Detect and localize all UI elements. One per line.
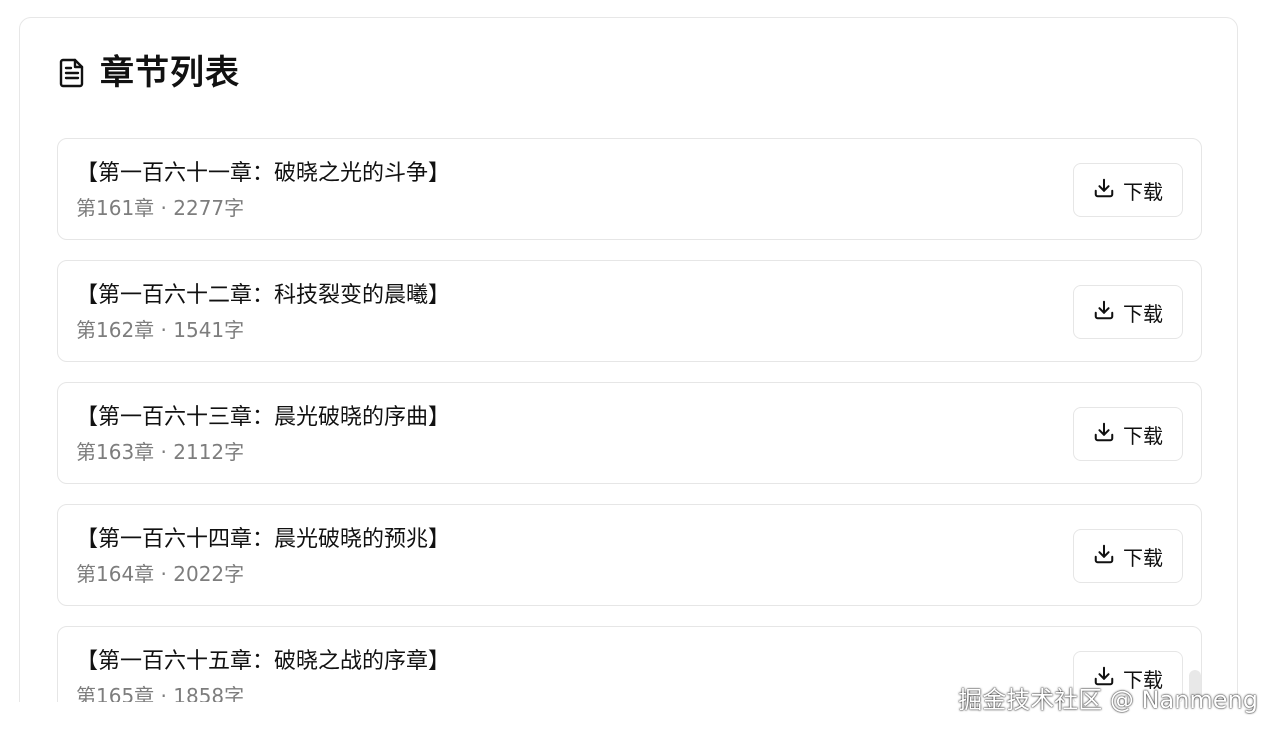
download-icon — [1093, 299, 1115, 325]
download-icon — [1093, 421, 1115, 447]
download-label: 下载 — [1123, 423, 1163, 448]
download-icon — [1093, 543, 1115, 569]
chapter-item[interactable]: 【第一百六十四章：晨光破晓的预兆】 第164章 · 2022字 下载 — [57, 504, 1202, 606]
page-title: 章节列表 — [100, 53, 240, 93]
chapter-meta: 第163章 · 2112字 — [76, 440, 245, 464]
download-label: 下载 — [1123, 179, 1163, 204]
chapter-item[interactable]: 【第一百六十三章：晨光破晓的序曲】 第163章 · 2112字 下载 — [57, 382, 1202, 484]
watermark: 掘金技术社区 @ Nanmeng — [958, 686, 1258, 714]
download-icon — [1093, 177, 1115, 203]
chapter-item[interactable]: 【第一百六十一章：破晓之光的斗争】 第161章 · 2277字 下载 — [57, 138, 1202, 240]
chapter-meta: 第164章 · 2022字 — [76, 562, 245, 586]
chapter-list: 【第一百六十一章：破晓之光的斗争】 第161章 · 2277字 下载 【第一百六… — [57, 138, 1202, 702]
panel-header: 章节列表 — [58, 50, 240, 96]
chapter-title: 【第一百六十一章：破晓之光的斗争】 — [76, 161, 451, 186]
chapter-meta: 第161章 · 2277字 — [76, 196, 245, 220]
chapter-title: 【第一百六十四章：晨光破晓的预兆】 — [76, 527, 451, 552]
download-label: 下载 — [1123, 545, 1163, 570]
download-button[interactable]: 下载 — [1073, 163, 1183, 217]
chapter-title: 【第一百六十三章：晨光破晓的序曲】 — [76, 405, 451, 430]
download-label: 下载 — [1123, 301, 1163, 326]
chapter-title: 【第一百六十二章：科技裂变的晨曦】 — [76, 283, 451, 308]
chapter-item[interactable]: 【第一百六十二章：科技裂变的晨曦】 第162章 · 1541字 下载 — [57, 260, 1202, 362]
viewport: 章节列表 【第一百六十一章：破晓之光的斗争】 第161章 · 2277字 下载 … — [0, 0, 1280, 702]
download-button[interactable]: 下载 — [1073, 285, 1183, 339]
download-button[interactable]: 下载 — [1073, 529, 1183, 583]
chapter-meta: 第165章 · 1858字 — [76, 684, 245, 702]
chapter-title: 【第一百六十五章：破晓之战的序章】 — [76, 649, 451, 674]
document-icon — [58, 58, 86, 88]
download-button[interactable]: 下载 — [1073, 407, 1183, 461]
chapter-panel: 章节列表 【第一百六十一章：破晓之光的斗争】 第161章 · 2277字 下载 … — [19, 17, 1238, 702]
chapter-meta: 第162章 · 1541字 — [76, 318, 245, 342]
